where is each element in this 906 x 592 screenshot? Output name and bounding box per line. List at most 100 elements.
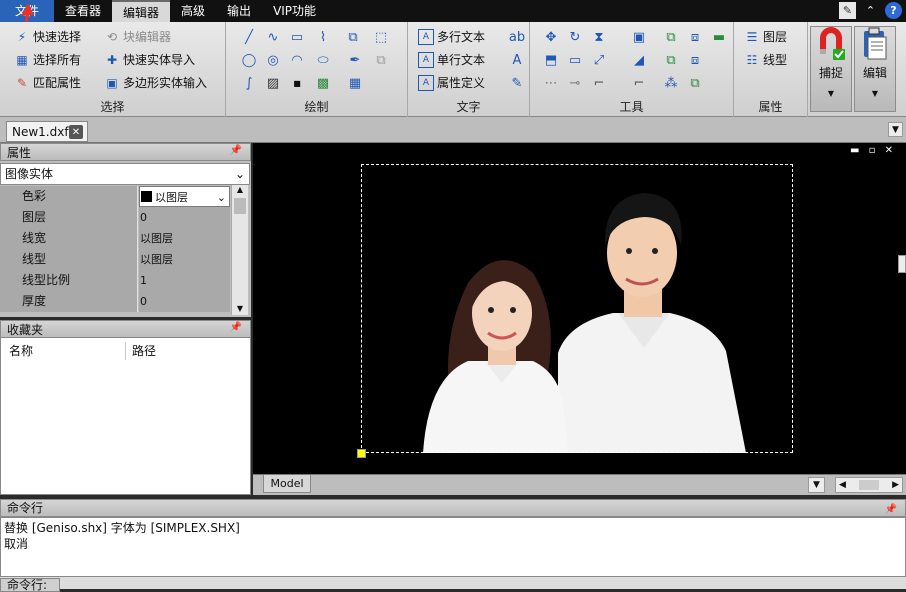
dots-icon[interactable]: ⋯ (542, 74, 560, 92)
scroll-left-icon[interactable]: ◀ (839, 480, 846, 490)
image-selection-frame[interactable] (361, 164, 793, 453)
menu-tab-vip[interactable]: VIP功能 (262, 0, 327, 22)
favorites-panel-title: 收藏夹 (7, 322, 44, 337)
image-icon[interactable]: ▩ (314, 74, 332, 92)
drawing-viewport[interactable]: ▬ ▫ ✕ (253, 143, 906, 474)
scroll-thumb[interactable] (234, 198, 246, 214)
command-output: 替换 [Geniso.shx] 字体为 [SIMPLEX.SHX] 取消 (0, 517, 906, 577)
line-icon[interactable]: ╱ (240, 28, 258, 46)
hatch-icon[interactable]: ▨ (264, 74, 282, 92)
pin-icon[interactable]: 📌 (230, 322, 242, 333)
trim-icon[interactable]: ▭ (566, 51, 584, 69)
break-icon[interactable]: ⧈ (686, 51, 704, 69)
close-icon[interactable]: ✕ (69, 125, 83, 139)
match-icon[interactable]: ⧉ (686, 74, 704, 92)
tab-list-chevron-icon[interactable]: ▼ (888, 122, 903, 137)
collapse-ribbon-icon[interactable]: ⌃ (862, 2, 879, 19)
array-icon[interactable]: ⧉ (662, 28, 680, 46)
polyline-icon[interactable]: ∿ (264, 28, 282, 46)
model-tab[interactable]: Model (263, 475, 311, 493)
edit-button[interactable]: 编辑 ▼ (854, 26, 896, 112)
document-tab[interactable]: New1.dxf ✕ (6, 121, 88, 142)
polygon-entity-input-button[interactable]: ▣ 多边形实体输入 (104, 72, 207, 93)
property-value[interactable]: 0 (139, 291, 230, 312)
snap-button[interactable]: 捕捉 ▼ (810, 26, 852, 112)
property-row[interactable]: 线宽 以图层 (0, 228, 230, 249)
menu-tab-viewer[interactable]: 查看器 (54, 0, 112, 22)
explode-icon[interactable]: ▬ (710, 28, 728, 46)
chamfer-icon[interactable]: ⊸ (566, 74, 584, 92)
point-icon[interactable]: ■ (288, 74, 306, 92)
scroll-thumb[interactable] (859, 480, 879, 490)
favorites-col-path[interactable]: 路径 (132, 341, 156, 361)
menu-tab-editor[interactable]: 编辑器 (112, 0, 171, 22)
text-pen-icon[interactable]: ✎ (508, 74, 526, 92)
region-icon[interactable]: ⬚ (372, 28, 390, 46)
pin-icon[interactable]: 📌 (230, 145, 242, 156)
property-row[interactable]: 厚度 0 (0, 291, 230, 312)
layer-button[interactable]: ☰ 图层 (744, 26, 787, 47)
stretch-icon[interactable]: ⬒ (542, 51, 560, 69)
single-text-button[interactable]: A 单行文本 (418, 49, 485, 70)
circle-3p-icon[interactable]: ◎ (264, 51, 282, 69)
circle-icon[interactable]: ◯ (240, 51, 258, 69)
horizontal-scrollbar[interactable]: ◀ ▶ (835, 477, 903, 493)
ellipse-icon[interactable]: ⬭ (314, 51, 332, 69)
table-icon[interactable]: ▦ (346, 74, 364, 92)
fillet-icon[interactable]: ◢ (630, 51, 648, 69)
document-tab-label: New1.dxf (12, 124, 69, 139)
block-editor-button[interactable]: ⟲ 块编辑器 (104, 26, 171, 47)
menu-tab-output[interactable]: 输出 (216, 0, 262, 22)
arc-icon[interactable]: ◠ (288, 51, 306, 69)
property-row[interactable]: 色彩 以图层 ⌄ (0, 186, 230, 207)
grip-handle[interactable] (357, 449, 366, 458)
scroll-up-icon[interactable]: ▲ (232, 185, 248, 194)
spline-icon[interactable]: ⌇ (314, 28, 332, 46)
align-icon[interactable]: ⌐ (630, 74, 648, 92)
scale-icon[interactable]: ▣ (630, 28, 648, 46)
edit-pencil-icon[interactable]: ✎ (839, 2, 856, 19)
property-row[interactable]: 图层 0 (0, 207, 230, 228)
attribute-definition-button[interactable]: A 属性定义 (418, 72, 485, 93)
block-insert-icon[interactable]: ⧉ (344, 28, 362, 46)
favorites-col-name[interactable]: 名称 (9, 341, 33, 361)
linetype-button[interactable]: ☷ 线型 (744, 49, 787, 70)
layout-list-chevron-icon[interactable]: ▼ (808, 477, 825, 493)
property-value[interactable]: 以图层 ⌄ (139, 186, 230, 207)
rotate-icon[interactable]: ↻ (566, 28, 584, 46)
mirror-icon[interactable]: ⧗ (590, 28, 608, 46)
properties-scrollbar[interactable]: ▲ ▼ (231, 185, 248, 315)
property-value[interactable]: 以图层 (139, 249, 230, 270)
property-value[interactable]: 以图层 (139, 228, 230, 249)
corner-icon[interactable]: ⌐ (590, 74, 608, 92)
entity-type-select[interactable]: 图像实体 ⌄ (0, 163, 250, 185)
text-edit-icon[interactable]: A (508, 51, 526, 69)
group-icon[interactable]: ⁂ (662, 74, 680, 92)
property-value[interactable]: 0 (139, 207, 230, 228)
select-all-button[interactable]: ▦ 选择所有 (14, 49, 81, 70)
menu-tab-advanced[interactable]: 高级 (170, 0, 216, 22)
quick-select-button[interactable]: ⚡ 快速选择 (14, 26, 81, 47)
quick-entity-import-button[interactable]: ✚ 快速实体导入 (104, 49, 195, 70)
offset-icon[interactable]: ⧈ (686, 28, 704, 46)
match-properties-button[interactable]: ✎ 匹配属性 (14, 72, 81, 93)
properties-panel-header: 属性 📌 (0, 143, 251, 161)
join-icon[interactable]: ⧉ (662, 51, 680, 69)
pin-icon[interactable]: 📌 (885, 501, 897, 518)
mtext-button[interactable]: A 多行文本 (418, 26, 485, 47)
scroll-down-icon[interactable]: ▼ (232, 304, 248, 313)
viewport-side-scroll[interactable] (898, 255, 906, 273)
text-style-icon[interactable]: ab (508, 28, 526, 46)
move-icon[interactable]: ✥ (542, 28, 560, 46)
pen-icon[interactable]: ✒ (346, 51, 364, 69)
property-row[interactable]: 线型比例 1 (0, 270, 230, 291)
freehand-icon[interactable]: ∫ (240, 74, 258, 92)
command-input-bar[interactable]: 命令行: (0, 577, 906, 592)
help-icon[interactable]: ? (885, 2, 902, 19)
property-value[interactable]: 1 (139, 270, 230, 291)
viewport-window-controls[interactable]: ▬ ▫ ✕ (850, 145, 896, 156)
extend-icon[interactable]: ⤢ (590, 51, 608, 69)
rectangle-icon[interactable]: ▭ (288, 28, 306, 46)
property-row[interactable]: 线型 以图层 (0, 249, 230, 270)
scroll-right-icon[interactable]: ▶ (892, 480, 899, 490)
